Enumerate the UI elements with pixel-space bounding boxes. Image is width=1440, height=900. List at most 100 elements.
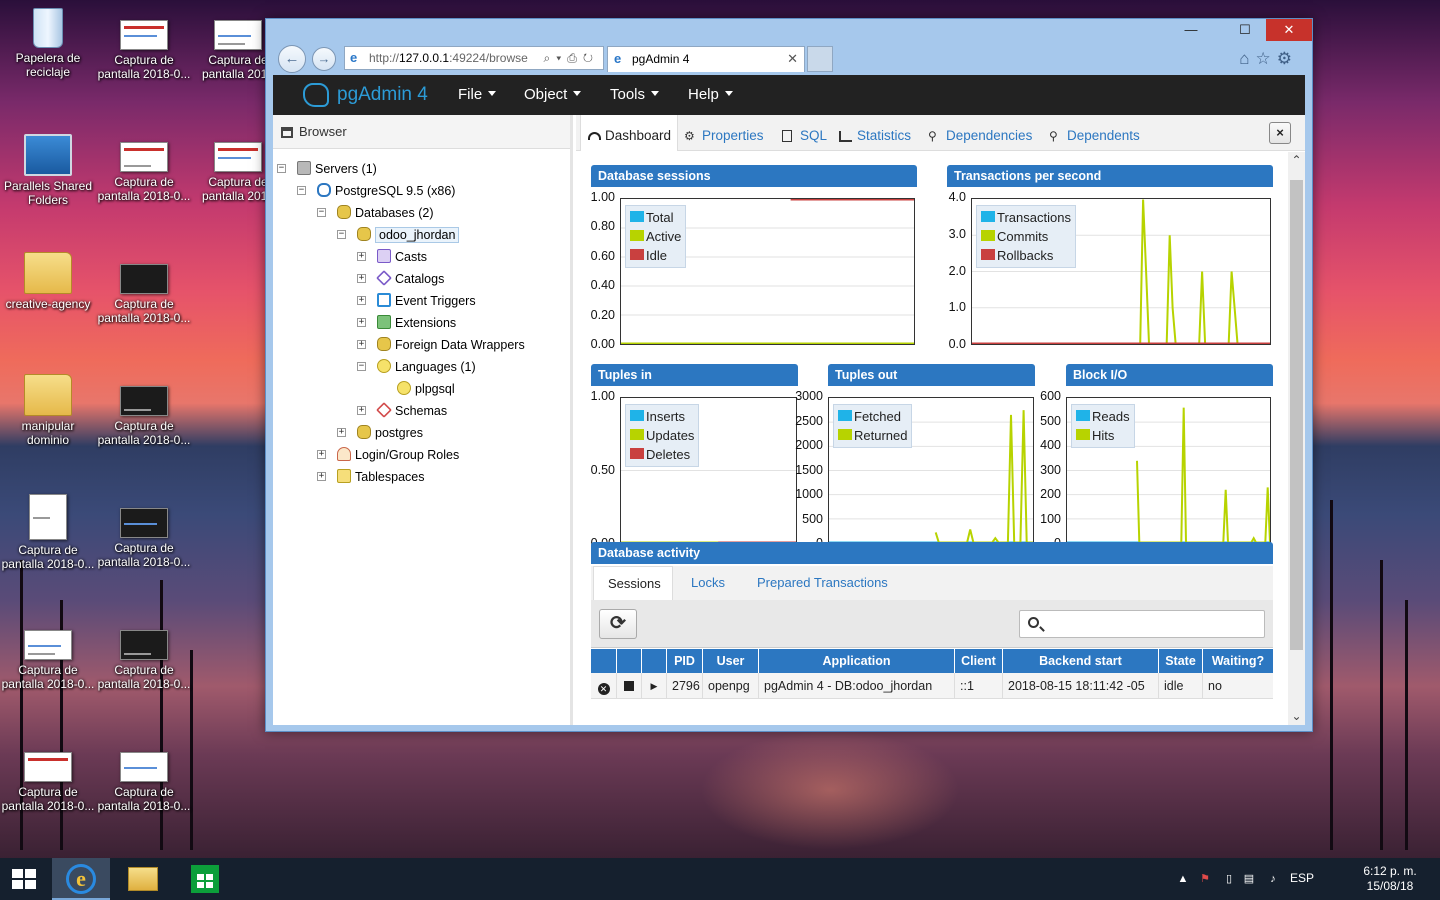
desktop-icon-manipular-dominio[interactable]: manipular dominio	[0, 374, 96, 447]
tree-expand-icon[interactable]: +	[357, 406, 366, 415]
network-icon[interactable]: ▤	[1242, 872, 1256, 886]
tree-expand-icon[interactable]: +	[317, 472, 326, 481]
tree-item-servers[interactable]: − Servers (1)	[277, 159, 377, 179]
tab-prepared-transactions[interactable]: Prepared Transactions	[743, 566, 902, 600]
tree-expand-icon[interactable]: +	[317, 450, 326, 459]
taskbar-clock[interactable]: 6:12 p. m. 15/08/18	[1354, 864, 1426, 894]
legend-item-fetched[interactable]: Fetched	[838, 407, 907, 426]
column-header-client[interactable]: Client	[955, 649, 1003, 673]
tree-item-login-group-roles[interactable]: + Login/Group Roles	[317, 445, 459, 465]
tree-item-casts[interactable]: + Casts	[357, 247, 427, 267]
legend-item-commits[interactable]: Commits	[981, 227, 1071, 246]
start-button[interactable]	[0, 858, 50, 900]
tab-dependencies[interactable]: ⚲ Dependencies	[928, 115, 1032, 151]
tree-item-languages[interactable]: − Languages (1)	[357, 357, 476, 377]
legend-item-transactions[interactable]: Transactions	[981, 208, 1071, 227]
tree-collapse-icon[interactable]: −	[297, 186, 306, 195]
menu-file[interactable]: File	[458, 75, 497, 115]
column-header-state[interactable]: State	[1159, 649, 1203, 673]
taskbar-store[interactable]	[176, 858, 234, 900]
close-window-button[interactable]: ✕	[1266, 19, 1312, 41]
desktop-icon-screenshot[interactable]: Captura de pantalla 2018-0...	[0, 630, 96, 691]
address-bar[interactable]: e http://127.0.0.1:49224/browse ⌕▾⎙↻	[344, 46, 604, 70]
dashboard-scrollbar[interactable]: ⌃ ⌄	[1288, 152, 1305, 725]
desktop-icon-creative-agency[interactable]: creative-agency	[0, 252, 96, 311]
column-header-application[interactable]: Application	[759, 649, 955, 673]
activity-search-input[interactable]	[1046, 614, 1256, 634]
close-panel-button[interactable]: ×	[1269, 122, 1291, 144]
desktop-icon-screenshot[interactable]: Captura de pantalla 2018-0...	[96, 752, 192, 813]
menu-object[interactable]: Object	[524, 75, 582, 115]
tree-item-extensions[interactable]: + Extensions	[357, 313, 456, 333]
desktop-icon-parallels-shared-folders[interactable]: Parallels Shared Folders	[0, 134, 96, 207]
tree-expand-icon[interactable]: +	[337, 428, 346, 437]
desktop-icon-screenshot[interactable]: Captura de pantalla 2018-0...	[96, 264, 192, 325]
terminate-session-button[interactable]: ✕	[591, 673, 617, 699]
refresh-icon[interactable]: ↻	[583, 51, 599, 65]
settings-gear-icon[interactable]: ⚙	[1277, 49, 1298, 68]
tree-expand-icon[interactable]: +	[357, 340, 366, 349]
legend-item-inserts[interactable]: Inserts	[630, 407, 694, 426]
taskbar-internet-explorer[interactable]: e	[52, 858, 110, 900]
maximize-button[interactable]: ☐	[1230, 19, 1260, 41]
tree-collapse-icon[interactable]: −	[317, 208, 326, 217]
legend-item-idle[interactable]: Idle	[630, 246, 681, 265]
column-header-backend-start[interactable]: Backend start	[1003, 649, 1159, 673]
tree-item-postgresql-server[interactable]: − PostgreSQL 9.5 (x86)	[297, 181, 455, 201]
tab-sessions[interactable]: Sessions	[593, 566, 673, 600]
expand-row-button[interactable]: ▶	[642, 673, 667, 699]
legend-item-deletes[interactable]: Deletes	[630, 445, 694, 464]
tree-item-schemas[interactable]: + Schemas	[357, 401, 447, 421]
tree-collapse-icon[interactable]: −	[277, 164, 286, 173]
tree-expand-icon[interactable]: +	[357, 296, 366, 305]
refresh-button[interactable]: ⟳	[599, 609, 637, 639]
volume-icon[interactable]: ♪	[1266, 872, 1280, 886]
minimize-button[interactable]: —	[1176, 19, 1206, 41]
desktop-icon-screenshot[interactable]: Captura de pantalla 2018-0...	[96, 142, 192, 203]
desktop-icon-screenshot[interactable]: Captura de pantalla 2018-0...	[96, 508, 192, 569]
tree-item-databases[interactable]: − Databases (2)	[317, 203, 434, 223]
tree-item-foreign-data-wrappers[interactable]: + Foreign Data Wrappers	[357, 335, 525, 355]
forward-button[interactable]: →	[312, 47, 336, 71]
menu-tools[interactable]: Tools	[610, 75, 660, 115]
compatibility-icon[interactable]: ⎙	[567, 51, 583, 65]
tab-dashboard[interactable]: Dashboard	[580, 115, 678, 151]
tree-expand-icon[interactable]: +	[357, 318, 366, 327]
input-language[interactable]: ESP	[1290, 871, 1314, 885]
battery-icon[interactable]: ▯	[1222, 872, 1236, 886]
show-hidden-icons-chevron-icon[interactable]: ▲	[1176, 872, 1190, 886]
tree-collapse-icon[interactable]: −	[357, 362, 366, 371]
scrollbar-thumb[interactable]	[1290, 180, 1303, 650]
tree-expand-icon[interactable]: +	[357, 252, 366, 261]
column-header-user[interactable]: User	[703, 649, 759, 673]
activity-search[interactable]	[1019, 610, 1265, 638]
favorites-star-icon[interactable]: ☆	[1256, 49, 1277, 68]
legend-item-rollbacks[interactable]: Rollbacks	[981, 246, 1071, 265]
tab-properties[interactable]: ⚙ Properties	[684, 115, 764, 151]
tab-dependents[interactable]: ⚲ Dependents	[1049, 115, 1140, 151]
tab-statistics[interactable]: Statistics	[839, 115, 911, 151]
close-tab-icon[interactable]: ✕	[787, 47, 798, 71]
tree-item-tablespaces[interactable]: + Tablespaces	[317, 467, 425, 487]
legend-item-updates[interactable]: Updates	[630, 426, 694, 445]
legend-item-active[interactable]: Active	[630, 227, 681, 246]
tree-item-plpgsql[interactable]: plpgsql	[397, 379, 455, 399]
tree-item-postgres[interactable]: + postgres	[337, 423, 423, 443]
desktop-icon-screenshot[interactable]: Captura de pantalla 2018-0...	[96, 386, 192, 447]
tree-collapse-icon[interactable]: −	[337, 230, 346, 239]
back-button[interactable]: ←	[278, 45, 306, 73]
legend-item-returned[interactable]: Returned	[838, 426, 907, 445]
menu-help[interactable]: Help	[688, 75, 733, 115]
tree-item-odoo-jhordan[interactable]: − odoo_jhordan	[337, 225, 460, 245]
desktop-icon-screenshot[interactable]: Captura de pantalla 2018-0...	[96, 20, 192, 81]
desktop-icon-recycle-bin[interactable]: Papelera de reciclaje	[0, 8, 96, 79]
tab-locks[interactable]: Locks	[677, 566, 739, 600]
dropdown-icon[interactable]: ▾	[556, 51, 567, 65]
pgadmin-brand[interactable]: pgAdmin 4	[303, 75, 428, 115]
desktop-icon-screenshot[interactable]: Captura de pantalla 2018-0...	[96, 630, 192, 691]
cancel-query-button[interactable]	[617, 673, 642, 699]
column-header-waiting[interactable]: Waiting?	[1203, 649, 1273, 673]
desktop-icon-screenshot[interactable]: Captura de pantalla 2018-0...	[0, 752, 96, 813]
taskbar-file-explorer[interactable]	[114, 858, 172, 900]
legend-item-hits[interactable]: Hits	[1076, 426, 1130, 445]
